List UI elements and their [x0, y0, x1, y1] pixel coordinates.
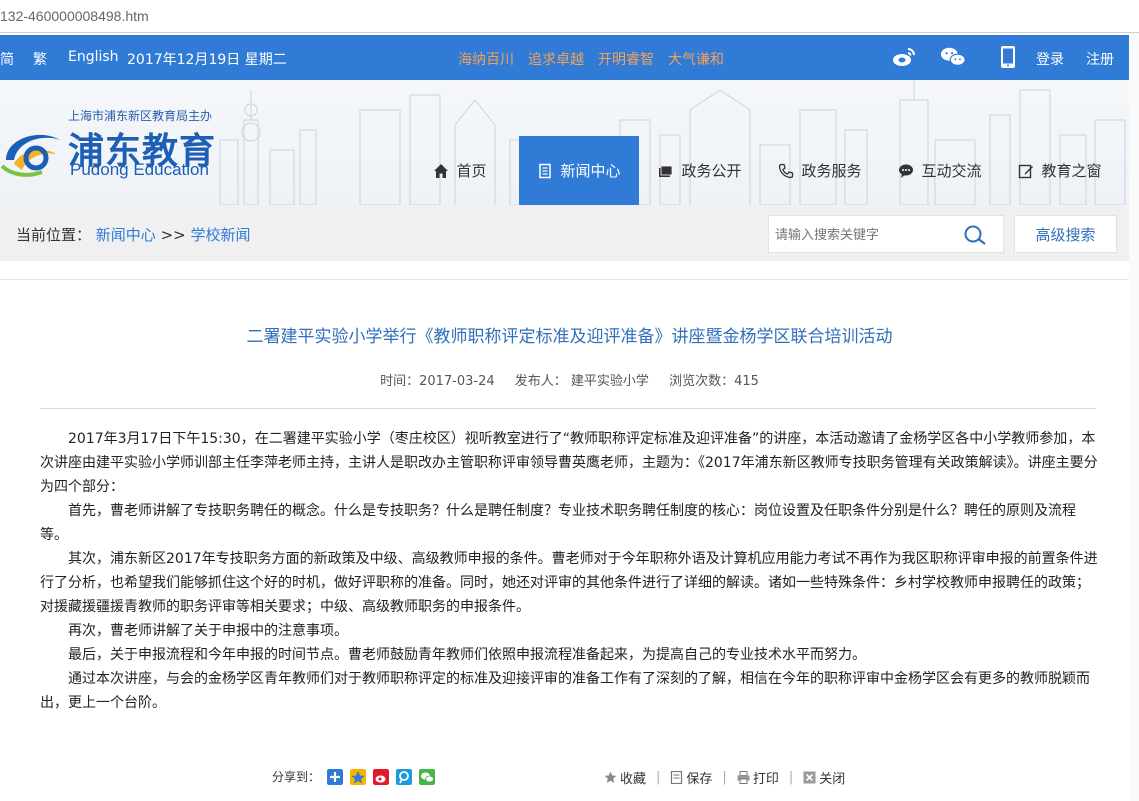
spacer — [0, 261, 1139, 279]
favorite-button[interactable]: 收藏 — [604, 768, 646, 787]
nav-news-center[interactable]: 新闻中心 — [519, 136, 639, 205]
url-text: 132-460000008498.htm — [0, 8, 149, 24]
search-icon[interactable] — [963, 224, 989, 246]
folder-icon — [659, 165, 673, 177]
breadcrumb-school-news[interactable]: 学校新闻 — [191, 226, 251, 244]
article-paragraph: 其次，浦东新区2017年专技职务方面的新政策及中级、高级教师申报的条件。曹老师对… — [40, 551, 1098, 615]
nav-interaction-label: 互动交流 — [921, 162, 982, 180]
register-link[interactable]: 注册 — [1086, 49, 1114, 69]
login-link[interactable]: 登录 — [1036, 49, 1064, 69]
article-container: 二署建平实验小学举行《教师职称评定标准及迎评准备》讲座暨金杨学区联合培训活动 时… — [0, 279, 1139, 801]
search-input[interactable] — [775, 225, 955, 245]
star-icon — [604, 771, 617, 783]
breadcrumb: 当前位置： 新闻中心 >> 学校新闻 — [16, 224, 251, 245]
nav-home[interactable]: 首页 — [410, 136, 510, 205]
share-bar: 分享到： — [272, 768, 436, 785]
nav-government-services-label: 政务服务 — [801, 162, 862, 180]
save-icon — [671, 771, 683, 784]
pudong-education-logo-icon — [0, 134, 60, 177]
save-label: 保存 — [686, 772, 713, 787]
save-button[interactable]: 保存 — [670, 768, 712, 787]
article-paragraph: 2017年3月17日下午15:30，在二署建平实验小学（枣庄校区）视听教室进行了… — [40, 431, 1098, 495]
print-icon — [737, 771, 750, 784]
article-paragraph: 通过本次讲座，与会的金杨学区青年教师们对于教师职称评定的标准及迎接评审的准备工作… — [40, 671, 1090, 711]
breadcrumb-prefix: 当前位置： — [16, 226, 92, 244]
article-publisher: 发布人： 建平实验小学 — [514, 374, 649, 389]
article-views: 浏览次数：415 — [669, 374, 759, 389]
logo-name-en: Pudong Education — [70, 160, 209, 179]
lang-simplified-link[interactable]: 简 — [0, 49, 14, 69]
article-paragraph: 再次，曹老师讲解了关于申报中的注意事项。 — [68, 623, 348, 639]
weibo-icon[interactable] — [891, 45, 917, 69]
date-text: 2017年12月19日 星期二 — [127, 52, 287, 68]
share-label: 分享到： — [272, 770, 321, 784]
chat-icon — [899, 164, 914, 178]
article-paragraph: 最后，关于申报流程和今年申报的时间节点。曹老师鼓励青年教师们依照申报流程准备起来… — [68, 647, 866, 663]
nav-interaction[interactable]: 互动交流 — [885, 136, 995, 205]
article-tools: 收藏 | 保存 | 打印 | 关闭 — [604, 768, 845, 787]
print-button[interactable]: 打印 — [737, 768, 779, 787]
search-box — [768, 215, 1004, 253]
share-plus-icon[interactable] — [327, 768, 344, 785]
top-bar: 简 繁 English 2017年12月19日 星期二 海纳百川 追求卓越 开明… — [0, 35, 1139, 80]
document-icon — [539, 163, 552, 178]
nav-education-window[interactable]: 教育之窗 — [1005, 136, 1115, 205]
slogan-4: 大气谦和 — [668, 52, 724, 68]
article-title: 二署建平实验小学举行《教师职称评定标准及迎评准备》讲座暨金杨学区联合培训活动 — [246, 327, 893, 347]
breadcrumb-separator: >> — [160, 226, 191, 244]
scrollbar[interactable] — [1129, 33, 1139, 801]
close-label: 关闭 — [819, 772, 846, 787]
advanced-search-button[interactable]: 高级搜索 — [1014, 215, 1117, 253]
mobile-icon[interactable] — [995, 45, 1021, 69]
slogan-3: 开明睿智 — [598, 52, 654, 68]
article-meta: 时间：2017-03-24 发布人： 建平实验小学 浏览次数：415 — [0, 370, 1139, 389]
favorite-label: 收藏 — [620, 772, 647, 787]
breadcrumb-news-center[interactable]: 新闻中心 — [96, 226, 156, 244]
slogan-2: 追求卓越 — [528, 52, 584, 68]
phone-icon — [779, 163, 794, 178]
sina-weibo-icon[interactable] — [373, 768, 390, 785]
tencent-icon[interactable] — [396, 768, 413, 785]
breadcrumb-bar: 当前位置： 新闻中心 >> 学校新闻 高级搜索 — [0, 205, 1139, 261]
wechat-share-icon[interactable] — [419, 768, 436, 785]
article-body: 2017年3月17日下午15:30，在二署建平实验小学（枣庄校区）视听教室进行了… — [40, 427, 1098, 715]
print-label: 打印 — [752, 772, 779, 787]
site-header: 上海市浦东新区教育局主办 浦东教育 Pudong Education 首页 新闻… — [0, 80, 1139, 205]
nav-government-services[interactable]: 政务服务 — [765, 136, 875, 205]
article-time: 时间：2017-03-24 — [380, 374, 495, 389]
article-paragraph: 首先，曹老师讲解了专技职务聘任的概念。什么是专技职务？什么是聘任制度？专业技术职… — [40, 503, 1076, 543]
lang-english-link[interactable]: English — [68, 49, 119, 65]
slogan-1: 海纳百川 — [458, 52, 514, 68]
nav-government-affairs[interactable]: 政务公开 — [645, 136, 755, 205]
nav-education-window-label: 教育之窗 — [1041, 162, 1102, 180]
lang-traditional-link[interactable]: 繁 — [33, 49, 47, 69]
wechat-icon[interactable] — [940, 45, 966, 69]
close-button[interactable]: 关闭 — [803, 768, 845, 787]
nav-government-affairs-label: 政务公开 — [681, 162, 742, 180]
close-icon — [803, 771, 816, 784]
nav-news-center-label: 新闻中心 — [560, 162, 621, 180]
edit-icon — [1019, 164, 1034, 178]
home-icon — [434, 163, 449, 178]
qzone-icon[interactable] — [350, 768, 367, 785]
browser-address-bar[interactable]: 132-460000008498.htm — [0, 0, 1139, 33]
nav-home-label: 首页 — [456, 162, 487, 180]
divider — [40, 408, 1096, 409]
